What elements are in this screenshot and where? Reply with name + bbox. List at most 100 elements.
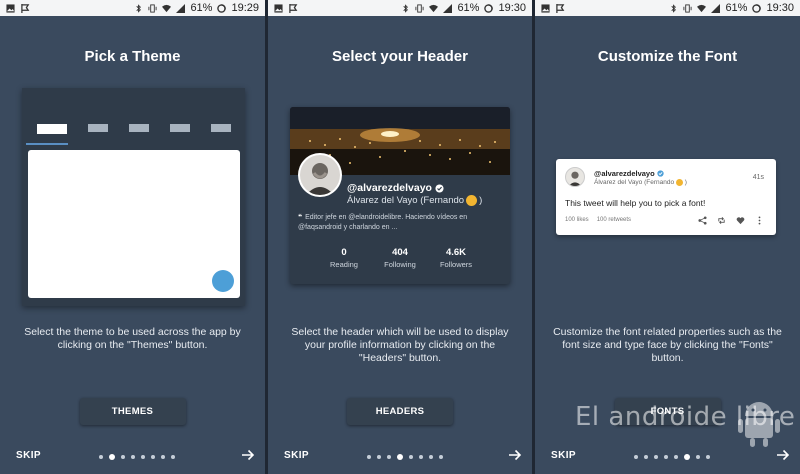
skip-button[interactable]: SKIP: [16, 450, 41, 461]
theme-preview-tab-indicator: [26, 143, 68, 145]
page-dot: [99, 455, 103, 459]
bluetooth-icon: [671, 3, 677, 13]
themes-button[interactable]: THEMES: [79, 398, 186, 425]
page-dot: [654, 455, 658, 459]
battery-percentage: 61%: [725, 2, 748, 14]
stat-label: Reading: [330, 260, 358, 269]
wifi-icon: [162, 4, 172, 12]
page-indicator: [99, 454, 175, 460]
page-title: Pick a Theme: [84, 48, 181, 65]
tweet-text: This tweet will help you to pick a font!: [565, 198, 706, 208]
theme-preview-tab: [36, 124, 67, 134]
emoji-icon: [675, 179, 683, 186]
tweet-handle-text: @alvarezdelvayo: [594, 169, 655, 178]
theme-preview-tab: [169, 124, 190, 132]
theme-preview-tab: [87, 124, 108, 132]
battery-icon: [217, 3, 227, 13]
gallery-icon: [541, 3, 550, 13]
page-dot-active: [397, 454, 403, 460]
signal-icon: [711, 3, 721, 13]
profile-handle: @alvarezdelvayo: [347, 182, 444, 194]
tweet-time: 41s: [752, 174, 764, 181]
theme-preview-content: [28, 150, 240, 298]
theme-preview: [22, 88, 245, 306]
page-dot: [674, 455, 678, 459]
page-dot: [377, 455, 381, 459]
page-dot: [644, 455, 648, 459]
onboarding-panel-theme: 61% 19:29 Pick a Theme Select the theme …: [0, 0, 265, 474]
page-title: Customize the Font: [597, 48, 738, 65]
wifi-icon: [697, 4, 707, 12]
tweet-name-text: Álvarez del Vayo (Fernando: [594, 179, 675, 187]
share-icon[interactable]: [698, 216, 707, 225]
tweet-avatar: [565, 167, 585, 187]
more-icon[interactable]: [755, 216, 764, 225]
status-bar: 61% 19:30: [268, 0, 532, 16]
battery-icon: [752, 3, 762, 13]
profile-stats: 0 Reading 404 Following 4.6K Followers: [290, 247, 510, 269]
profile-name: Álvarez del Vayo (Fernando ): [347, 195, 482, 206]
tweet-meta: 100 likes 100 retweets: [565, 217, 631, 223]
page-dot-active: [684, 454, 690, 460]
gallery-icon: [274, 3, 283, 13]
battery-percentage: 61%: [457, 2, 480, 14]
avatar: [298, 153, 342, 197]
profile-bio-text: Editor jefe en @elandroidelibre. Haciend…: [298, 214, 468, 231]
stat-value: 404: [392, 247, 408, 258]
skip-button[interactable]: SKIP: [284, 450, 309, 461]
page-dot: [429, 455, 433, 459]
tweet-preview: @alvarezdelvayo Álvarez del Vayo (Fernan…: [556, 159, 776, 235]
page-dot: [706, 455, 710, 459]
stat-label: Following: [384, 260, 416, 269]
gallery-icon: [6, 3, 15, 13]
clock: 19:30: [766, 2, 794, 14]
page-dot: [171, 455, 175, 459]
next-arrow-icon[interactable]: [776, 448, 790, 462]
onboarding-panel-header: 61% 19:30 Select your Header @alvarezdel…: [268, 0, 532, 474]
page-dot: [151, 455, 155, 459]
theme-preview-tab: [128, 124, 149, 132]
page-title: Select your Header: [332, 48, 468, 65]
next-arrow-icon[interactable]: [241, 448, 255, 462]
heart-icon[interactable]: [736, 216, 745, 225]
page-dot-active: [109, 454, 115, 460]
vibrate-icon: [415, 3, 424, 13]
wifi-icon: [429, 4, 439, 12]
tweet-handle: @alvarezdelvayo: [594, 169, 664, 178]
page-dot: [131, 455, 135, 459]
page-dot: [121, 455, 125, 459]
clock: 19:29: [231, 2, 259, 14]
vibrate-icon: [683, 3, 692, 13]
page-dot: [419, 455, 423, 459]
status-bar: 61% 19:29: [0, 0, 265, 16]
theme-preview-tab: [210, 124, 231, 132]
theme-preview-fab: [212, 270, 234, 292]
page-dot: [696, 455, 700, 459]
tweet-name-close: ): [684, 179, 687, 187]
stat-label: Followers: [439, 260, 473, 269]
page-description: Customize the font related properties su…: [553, 326, 782, 364]
tweet-retweets: 100 retweets: [596, 217, 632, 223]
status-bar: 61% 19:30: [535, 0, 800, 16]
quote-icon: ❝: [298, 214, 303, 221]
header-preview: @alvarezdelvayo Álvarez del Vayo (Fernan…: [290, 107, 510, 284]
page-dot: [409, 455, 413, 459]
headers-button[interactable]: HEADERS: [347, 398, 453, 425]
page-dot: [161, 455, 165, 459]
profile-handle-text: @alvarezdelvayo: [347, 182, 432, 194]
verified-icon: [435, 183, 444, 193]
stat-following: 404 Following: [380, 247, 420, 269]
avatar-photo: [300, 155, 340, 195]
retweet-icon[interactable]: [717, 216, 726, 225]
skip-button[interactable]: SKIP: [551, 450, 576, 461]
page-dot: [664, 455, 668, 459]
next-arrow-icon[interactable]: [508, 448, 522, 462]
flag-icon: [556, 3, 565, 13]
stat-reading: 0 Reading: [324, 247, 364, 269]
page-dot: [439, 455, 443, 459]
signal-icon: [176, 3, 186, 13]
flag-icon: [289, 3, 298, 13]
verified-icon: [657, 170, 664, 177]
page-dot: [367, 455, 371, 459]
profile-name-close: ): [479, 195, 483, 206]
